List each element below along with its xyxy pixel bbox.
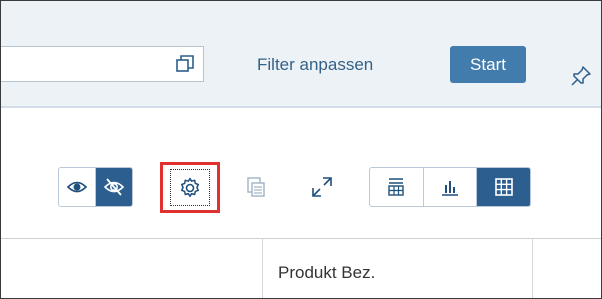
bar-chart-icon — [442, 181, 458, 196]
eye-slash-icon — [103, 178, 125, 196]
gear-icon — [180, 177, 200, 197]
eye-icon — [66, 181, 88, 193]
view-switch[interactable] — [369, 167, 531, 207]
column-divider[interactable] — [262, 239, 263, 298]
pin-icon[interactable] — [569, 64, 593, 88]
view-table-button[interactable] — [476, 168, 530, 206]
start-button[interactable]: Start — [450, 46, 526, 83]
filter-bar: Filter anpassen Start — [1, 1, 601, 108]
grid-icon — [494, 178, 513, 196]
visibility-toggle[interactable] — [58, 167, 133, 207]
value-help-icon[interactable] — [175, 54, 195, 74]
view-chart-button[interactable] — [422, 168, 477, 206]
column-divider-right[interactable] — [532, 239, 533, 298]
settings-button[interactable] — [160, 162, 220, 213]
copy-icon[interactable] — [244, 175, 268, 199]
column-header-product-name[interactable]: Produkt Bez. — [278, 263, 375, 283]
settings-focus-outline — [170, 169, 210, 206]
hide-button[interactable] — [95, 168, 132, 206]
view-table-list-button[interactable] — [370, 168, 423, 206]
screenshot-frame: Filter anpassen Start Produkt Bez. — [0, 0, 602, 299]
show-button[interactable] — [59, 168, 95, 206]
table-header-row: Produkt Bez. — [1, 238, 601, 298]
fullscreen-icon[interactable] — [310, 175, 334, 199]
search-input[interactable] — [1, 46, 204, 82]
table-list-icon — [388, 178, 405, 196]
adapt-filters-link[interactable]: Filter anpassen — [257, 55, 373, 75]
